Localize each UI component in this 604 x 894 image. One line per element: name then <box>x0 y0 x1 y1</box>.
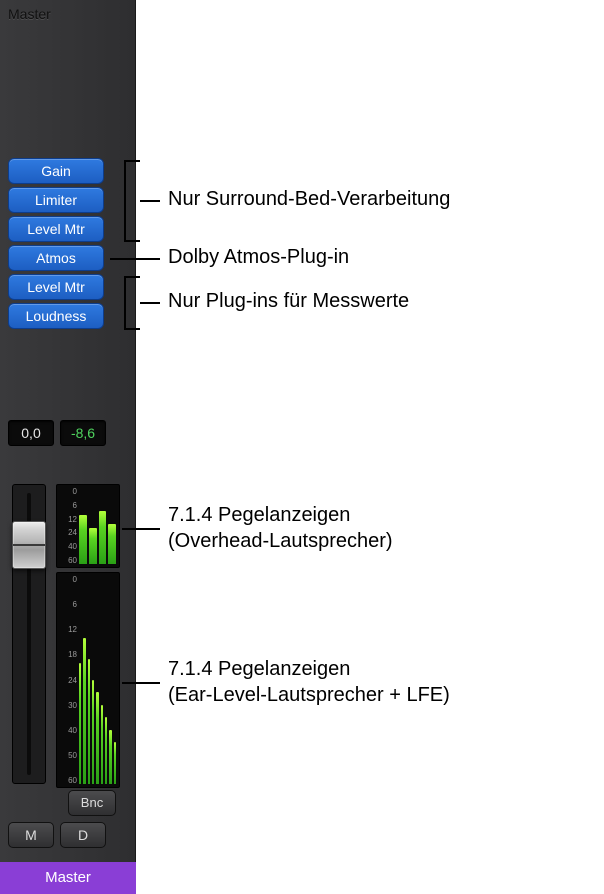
bracket-bed <box>124 160 140 242</box>
meter-bar <box>89 528 97 564</box>
meter-tick: 60 <box>59 556 77 565</box>
level-readouts: 0,0 -8,6 <box>8 420 106 446</box>
meter-tick: 60 <box>59 776 77 785</box>
meter-bar <box>109 730 111 784</box>
master-channel-strip: Master Gain Limiter Level Mtr Atmos Leve… <box>0 0 136 894</box>
meter-bar <box>83 638 85 784</box>
annotation-meter-overhead-line2: (Overhead-Lautsprecher) <box>168 530 393 552</box>
annotation-meter-overhead: 7.1.4 Pegelanzeigen (Overhead-Lautsprech… <box>168 502 393 554</box>
meter-ear-level: 0 6 12 18 24 30 40 50 60 <box>56 572 120 788</box>
bounce-button[interactable]: Bnc <box>68 790 116 816</box>
meter-tick: 18 <box>59 650 77 659</box>
meter-bar <box>79 663 81 784</box>
meter-bar <box>96 692 98 784</box>
meter-tick: 24 <box>59 676 77 685</box>
pointer-atmos <box>110 258 160 260</box>
meter-tick: 6 <box>59 600 77 609</box>
mute-button[interactable]: M <box>8 822 54 848</box>
meter-tick: 0 <box>59 487 77 496</box>
pointer-meter-ear <box>122 682 160 684</box>
annotation-metering: Nur Plug-ins für Messwerte <box>168 288 409 314</box>
meter-tick: 50 <box>59 751 77 760</box>
surround-meters: 0 6 12 24 40 60 0 6 12 18 24 30 40 50 60 <box>56 484 120 792</box>
meter-tick: 30 <box>59 701 77 710</box>
annotation-meter-ear: 7.1.4 Pegelanzeigen (Ear-Level-Lautsprec… <box>168 656 450 708</box>
plugin-loudness[interactable]: Loudness <box>8 303 104 329</box>
fader-cap[interactable] <box>12 521 46 569</box>
meter-tick: 0 <box>59 575 77 584</box>
pointer-meter-overhead <box>122 528 160 530</box>
bracket-metering <box>124 276 140 330</box>
annotation-atmos: Dolby Atmos-Plug-in <box>168 244 349 270</box>
pointer-bed <box>140 200 160 202</box>
pointer-metering <box>140 302 160 304</box>
meter-bar <box>79 515 87 564</box>
meter-bar <box>88 659 90 784</box>
dim-button[interactable]: D <box>60 822 106 848</box>
annotation-meter-ear-line2: (Ear-Level-Lautsprecher + LFE) <box>168 684 450 706</box>
meter-tick: 40 <box>59 726 77 735</box>
plugin-slots: Gain Limiter Level Mtr Atmos Level Mtr L… <box>8 158 104 329</box>
meter-bar <box>114 742 116 784</box>
meter-overhead: 0 6 12 24 40 60 <box>56 484 120 568</box>
track-name-label[interactable]: Master <box>0 862 136 894</box>
meter-tick: 12 <box>59 515 77 524</box>
plugin-level-meter-post[interactable]: Level Mtr <box>8 274 104 300</box>
meter-tick: 12 <box>59 625 77 634</box>
plugin-atmos[interactable]: Atmos <box>8 245 104 271</box>
meter-bar <box>99 511 107 564</box>
annotation-bed: Nur Surround-Bed-Verarbeitung <box>168 186 450 212</box>
meter-tick: 24 <box>59 528 77 537</box>
meter-bar <box>101 705 103 784</box>
annotation-meter-overhead-line1: 7.1.4 Pegelanzeigen <box>168 504 350 526</box>
track-title: Master <box>8 6 51 22</box>
annotation-meter-ear-line1: 7.1.4 Pegelanzeigen <box>168 658 350 680</box>
meter-bar <box>92 680 94 784</box>
fader-value-readout: 0,0 <box>8 420 54 446</box>
meter-tick: 6 <box>59 501 77 510</box>
peak-value-readout: -8,6 <box>60 420 106 446</box>
plugin-limiter[interactable]: Limiter <box>8 187 104 213</box>
meter-tick: 40 <box>59 542 77 551</box>
meter-bar <box>108 524 116 564</box>
meter-bar <box>105 717 107 784</box>
bottom-button-row: M D <box>8 822 106 848</box>
volume-fader[interactable] <box>12 484 46 784</box>
plugin-level-meter-pre[interactable]: Level Mtr <box>8 216 104 242</box>
plugin-gain[interactable]: Gain <box>8 158 104 184</box>
